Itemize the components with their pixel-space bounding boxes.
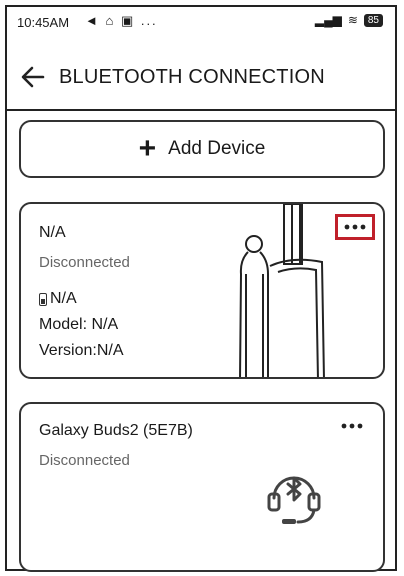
app-frame: 10:45AM ◄ ⌂ ▣ ... ▂▄▆ ≋ 85 BLUETOOTH CON…: [5, 5, 397, 572]
status-icons: ▂▄▆ ≋ 85: [315, 13, 383, 27]
device-battery-value: N/A: [50, 290, 77, 307]
more-options-button[interactable]: [337, 416, 367, 436]
status-bar: 10:45AM ◄ ⌂ ▣ ... ▂▄▆ ≋ 85: [7, 7, 395, 41]
battery-level-icon: [39, 292, 47, 306]
device-name: Galaxy Buds2 (5E7B): [39, 422, 193, 439]
signal-icon: ▂▄▆: [314, 13, 342, 27]
radio-device-icon: [239, 204, 325, 377]
bluetooth-headset-icon: [267, 476, 321, 524]
device-name: N/A: [39, 224, 66, 241]
device-version: Version:N/A: [39, 342, 124, 359]
device-card[interactable]: Galaxy Buds2 (5E7B) Disconnected: [19, 402, 385, 572]
device-card[interactable]: N/A Disconnected N/A Model: N/A Version:…: [19, 202, 385, 379]
page-title: BLUETOOTH CONNECTION: [59, 65, 325, 88]
back-arrow-icon[interactable]: [13, 57, 53, 97]
header: BLUETOOTH CONNECTION: [7, 45, 395, 111]
more-dots-icon: [344, 224, 366, 230]
wifi-icon: ≋: [347, 13, 358, 27]
status-time: 10:45AM: [17, 15, 70, 30]
more-options-button[interactable]: [335, 214, 375, 240]
add-device-button[interactable]: + Add Device: [19, 120, 385, 178]
device-status: Disconnected: [39, 254, 130, 271]
add-device-label: Add Device: [168, 138, 266, 159]
plus-icon: +: [138, 132, 157, 165]
notification-icons: ◄ ⌂ ▣ ...: [85, 13, 158, 28]
device-model: Model: N/A: [39, 316, 119, 333]
battery-icon: 85: [363, 13, 383, 27]
more-dots-icon: [341, 423, 363, 429]
device-status: Disconnected: [39, 452, 130, 469]
device-battery: N/A: [39, 290, 77, 308]
